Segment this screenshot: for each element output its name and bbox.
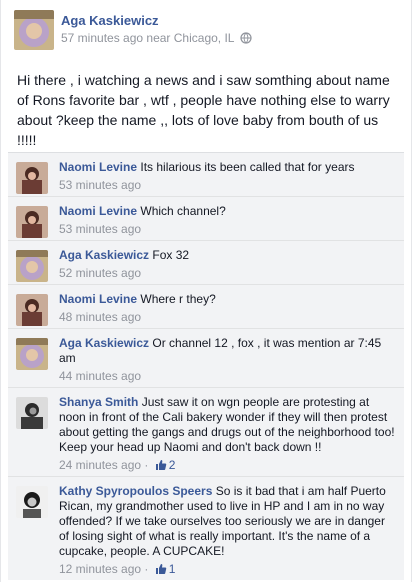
avatar[interactable] (16, 250, 48, 282)
globe-icon[interactable] (240, 32, 252, 44)
comment-meta: 12 minutes ago · 1 (59, 562, 176, 576)
post-timestamp[interactable]: 57 minutes ago (61, 31, 143, 45)
comment-author-link[interactable]: Naomi Levine (59, 160, 137, 174)
comment-timestamp[interactable]: 24 minutes ago (59, 458, 141, 472)
comment-author-link[interactable]: Kathy Spyropoulos Speers (59, 484, 212, 498)
comment-item: Aga Kaskiewicz Or channel 12 , fox , it … (8, 328, 404, 387)
avatar[interactable] (16, 162, 48, 194)
facebook-post: Aga Kaskiewicz 57 minutes ago near Chica… (0, 0, 412, 582)
comment-timestamp[interactable]: 48 minutes ago (59, 310, 398, 324)
comment-author-link[interactable]: Aga Kaskiewicz (59, 248, 149, 262)
post-location[interactable]: near Chicago, IL (146, 31, 234, 45)
comment-timestamp[interactable]: 52 minutes ago (59, 266, 398, 280)
comment-item: Naomi Levine Which channel? 53 minutes a… (8, 196, 404, 240)
comment-timestamp[interactable]: 53 minutes ago (59, 178, 398, 192)
avatar[interactable] (14, 10, 54, 50)
post-text: Hi there , i watching a news and i saw s… (17, 72, 390, 148)
comment-item: Naomi Levine Where r they? 48 minutes ag… (8, 284, 404, 328)
comment-author-link[interactable]: Naomi Levine (59, 204, 137, 218)
post-author-link[interactable]: Aga Kaskiewicz (61, 13, 159, 28)
like-count[interactable]: 2 (169, 458, 176, 472)
comment-author-link[interactable]: Naomi Levine (59, 292, 137, 306)
post-header: Aga Kaskiewicz 57 minutes ago near Chica… (1, 0, 411, 58)
thumbs-up-icon[interactable] (155, 563, 167, 575)
comment-timestamp[interactable]: 12 minutes ago (59, 562, 141, 576)
post-meta: 57 minutes ago near Chicago, IL (61, 31, 252, 45)
comment-author-link[interactable]: Aga Kaskiewicz (59, 336, 149, 350)
comment-item: Aga Kaskiewicz Fox 32 52 minutes ago (8, 240, 404, 284)
comment-item: Naomi Levine Its hilarious its been call… (8, 153, 404, 196)
comment-text: Fox 32 (152, 248, 190, 262)
comment-item: Shanya Smith Just saw it on wgn people a… (8, 387, 404, 476)
like-count[interactable]: 1 (169, 562, 176, 576)
comment-text: Its hilarious its been called that for y… (140, 160, 355, 174)
comment-item: Kathy Spyropoulos Speers So is it bad th… (8, 476, 404, 580)
comment-timestamp[interactable]: 44 minutes ago (59, 369, 398, 383)
avatar[interactable] (16, 486, 48, 518)
comment-timestamp[interactable]: 53 minutes ago (59, 222, 398, 236)
comment-text: Where r they? (140, 292, 216, 306)
avatar[interactable] (16, 397, 48, 429)
comments-list: Naomi Levine Its hilarious its been call… (8, 152, 404, 580)
avatar[interactable] (16, 294, 48, 326)
avatar[interactable] (16, 338, 48, 370)
thumbs-up-icon[interactable] (155, 459, 167, 471)
comment-text: Which channel? (140, 204, 226, 218)
comment-author-link[interactable]: Shanya Smith (59, 395, 138, 409)
avatar[interactable] (16, 206, 48, 238)
comment-meta: 24 minutes ago · 2 (59, 458, 176, 472)
